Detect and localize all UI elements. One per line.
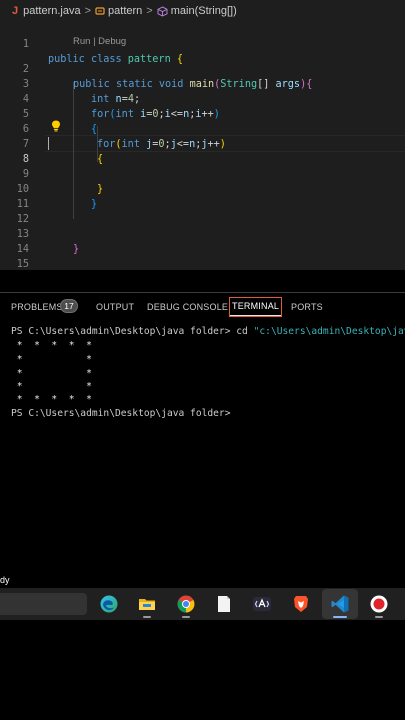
code-line: 8 — [0, 137, 405, 165]
problems-count-badge: 17 — [60, 299, 78, 313]
java-file-icon: J — [12, 5, 19, 17]
breadcrumb-method[interactable]: main(String[]) — [171, 5, 237, 17]
code-line: 1 public class pattern { — [0, 22, 405, 65]
record-icon[interactable] — [369, 594, 389, 614]
method-cube-icon — [157, 5, 168, 17]
active-app-indicator — [333, 616, 347, 618]
breadcrumb-separator: > — [146, 5, 153, 17]
terminal-output-line: * * — [11, 381, 92, 392]
running-indicator — [375, 616, 383, 618]
code-line: 2 public static void main(String[] args)… — [0, 47, 405, 90]
panel-divider[interactable] — [0, 292, 405, 293]
terminal-prompt-line: PS C:\Users\admin\Desktop\java folder> — [11, 408, 231, 419]
chrome-icon[interactable] — [176, 594, 196, 614]
panel-tabs: PROBLEMS 17 OUTPUT DEBUG CONSOLE TERMINA… — [0, 296, 405, 320]
file-explorer-icon[interactable] — [137, 594, 157, 614]
taskbar-search-box[interactable] — [0, 593, 87, 615]
running-indicator — [182, 616, 190, 618]
breadcrumb: J pattern.java > pattern > main(String[]… — [0, 0, 405, 22]
notepad-icon[interactable] — [214, 594, 234, 614]
code-line: 13 } — [0, 212, 405, 255]
terminal-output-line: * * — [11, 354, 92, 365]
code-line: 12 — [0, 197, 405, 225]
breadcrumb-file[interactable]: pattern.java — [23, 5, 80, 17]
terminal-output-line: * * * * * — [11, 340, 92, 351]
code-line: 3 int n=4; — [0, 62, 405, 105]
app-icon[interactable] — [252, 594, 272, 614]
code-line: 5 { — [0, 92, 405, 135]
code-line: 4 for(int i=0;i<=n;i++) — [0, 77, 405, 120]
text-cursor — [48, 137, 49, 150]
status-bar-text: dy — [0, 575, 10, 585]
tab-output[interactable]: OUTPUT — [96, 302, 134, 312]
code-line: 9 } — [0, 152, 405, 195]
tab-terminal[interactable]: TERMINAL — [228, 297, 283, 317]
terminal-output-line: * * * * * — [11, 394, 92, 405]
tab-ports[interactable]: PORTS — [291, 302, 323, 312]
vscode-icon[interactable] — [330, 594, 350, 614]
windows-taskbar — [0, 588, 405, 620]
breadcrumb-class[interactable]: pattern — [108, 5, 142, 17]
class-icon — [95, 7, 105, 15]
code-line: 16 — [0, 256, 405, 270]
terminal-output-line: * * — [11, 368, 92, 379]
tab-problems[interactable]: PROBLEMS — [11, 302, 63, 312]
code-line: 14 — [0, 227, 405, 255]
edge-icon[interactable] — [99, 594, 119, 614]
terminal-output[interactable]: PS C:\Users\admin\Desktop\java folder> c… — [0, 322, 405, 572]
running-indicator — [143, 616, 151, 618]
terminal-command-line: PS C:\Users\admin\Desktop\java folder> c… — [11, 326, 405, 337]
code-line: 15 } — [0, 242, 405, 270]
code-editor[interactable]: 1 public class pattern { Run | Debug 2 p… — [0, 22, 405, 270]
code-line: 11 — [0, 182, 405, 210]
lightbulb-icon[interactable] — [51, 120, 61, 132]
breadcrumb-separator: > — [84, 5, 92, 17]
tab-debug-console[interactable]: DEBUG CONSOLE — [147, 302, 228, 312]
brave-icon[interactable] — [291, 594, 311, 614]
code-line: 10 } — [0, 167, 405, 210]
